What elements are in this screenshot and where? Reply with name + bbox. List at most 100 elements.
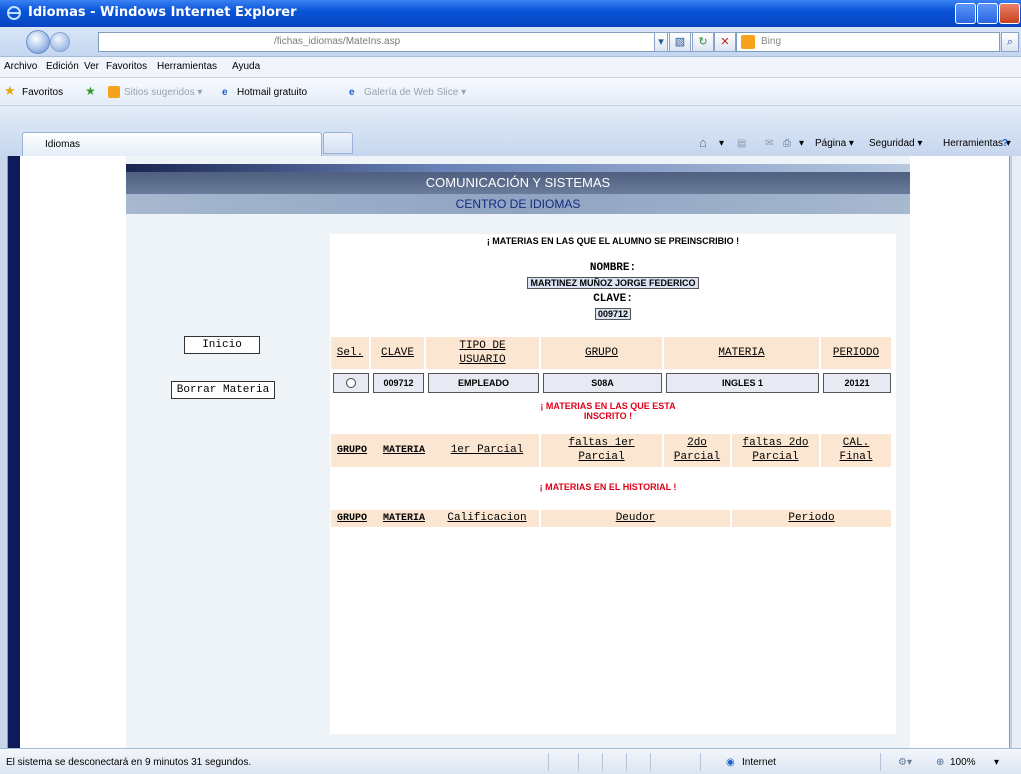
th-grupo: GRUPO [541,337,662,369]
menu-edicion[interactable]: Edición [46,61,79,72]
th-sel: Sel. [331,337,369,369]
menu-ayuda[interactable]: Ayuda [232,61,260,72]
banner-centro-idiomas: CENTRO DE IDIOMAS [126,194,910,214]
tab-title: Idiomas [45,139,81,150]
status-separator [700,753,701,771]
status-separator [578,753,579,771]
th3-periodo-text: Periodo [788,512,835,524]
th2-grupo-text: GRUPO [336,445,367,456]
address-row: /fichas_idiomas/MateIns.asp ▾ ▧ ↻ ✕ Bing… [0,27,1021,57]
inicio-button[interactable]: Inicio [184,336,260,354]
tab-idiomas[interactable]: Idiomas [22,132,322,156]
zoom-dropdown-icon[interactable]: ▾ [994,757,999,768]
th-grupo-text: GRUPO [584,347,618,359]
th-tipo-usuario: TIPO DE USUARIO [426,337,539,369]
print-dropdown-icon[interactable]: ▾ [799,138,804,149]
th-clave-text: CLAVE [380,347,414,359]
page-content: COMUNICACIÓN Y SISTEMAS CENTRO DE IDIOMA… [7,156,1010,748]
menu-favoritos[interactable]: Favoritos [106,61,147,72]
left-edge [8,156,20,748]
th2-faltas-1er: faltas 1er Parcial [541,434,662,467]
th3-deudor-text: Deudor [615,512,656,524]
inscrito-heading: ¡ MATERIAS EN LAS QUE ESTA INSCRITO ! [540,401,676,421]
th3-materia: MATERIA [373,510,435,527]
td-periodo: 20121 [823,373,891,393]
refresh-icon[interactable]: ↻ [692,32,714,52]
pagina-menu[interactable]: Página ▾ [815,138,854,149]
zone-label: Internet [742,757,776,768]
th3-calificacion: Calificacion [435,510,539,527]
th2-cal-final: CAL. Final [821,434,891,467]
forward-button[interactable] [50,32,70,52]
th2-2do-parcial: 2do Parcial [664,434,730,467]
historial-heading: ¡ MATERIAS EN EL HISTORIAL ! [539,482,677,492]
status-separator [602,753,603,771]
th2-2do-parcial-text: 2do Parcial [673,437,721,463]
th2-1er-parcial: 1er Parcial [435,434,539,467]
menu-herramientas[interactable]: Herramientas [157,61,217,72]
borrar-materia-button[interactable]: Borrar Materia [171,381,275,399]
th2-grupo: GRUPO [331,434,373,467]
select-radio[interactable] [333,373,369,393]
clave-label: CLAVE: [593,293,633,305]
herramientas-menu[interactable]: Herramientas ▾ [943,138,1011,149]
th3-periodo: Periodo [732,510,891,527]
globe-icon: ◉ [726,757,735,768]
print-icon[interactable]: ⎙ [783,138,791,149]
vertical-scrollbar[interactable] [1011,156,1021,748]
new-tab-button[interactable] [323,132,353,154]
th-tipo-usuario-text: TIPO DE USUARIO [459,340,506,366]
th3-deudor: Deudor [541,510,730,527]
seguridad-menu[interactable]: Seguridad ▾ [869,138,922,149]
sitios-sugeridos-link[interactable]: Sitios sugeridos ▾ [124,87,202,98]
home-dropdown-icon[interactable]: ▾ [719,138,724,149]
search-icon[interactable]: ⌕ [1001,32,1019,52]
th-sel-text: Sel. [336,347,364,359]
th-materia: MATERIA [664,337,819,369]
stop-icon[interactable]: ✕ [714,32,736,52]
address-dropdown-icon[interactable]: ▾ [654,32,668,52]
menu-bar: Archivo Edición Ver Favoritos Herramient… [0,57,1021,78]
menu-archivo[interactable]: Archivo [4,61,37,72]
nombre-value-text: MARTINEZ MUÑOZ JORGE FEDERICO [527,277,699,289]
title-bar: Idiomas - Windows Internet Explorer [0,0,1021,27]
search-placeholder: Bing [761,36,782,47]
hotmail-link[interactable]: Hotmail gratuito [237,87,307,98]
tab-row: Idiomas ⌂ ▾ ▤ ✉ ⎙ ▾ Página ▾ Seguridad ▾… [0,106,1021,156]
favorites-star-icon: ★ [4,83,16,98]
maximize-button[interactable] [977,3,998,24]
back-button[interactable] [26,30,50,54]
menu-ver[interactable]: Ver [84,61,99,72]
home-icon[interactable]: ⌂ [699,135,707,150]
nombre-label: NOMBRE: [589,262,637,274]
zoom-icon[interactable]: ⊕ [936,757,944,768]
compat-view-icon[interactable]: ▧ [669,32,691,52]
radio-button[interactable] [346,378,356,388]
minimize-button[interactable] [955,3,976,24]
search-input[interactable]: Bing [736,32,1000,52]
help-icon[interactable]: ? [1002,138,1008,149]
th-materia-text: MATERIA [718,347,765,359]
status-separator [548,753,549,771]
nombre-value: MARTINEZ MUÑOZ JORGE FEDERICO [513,276,713,291]
td-clave: 009712 [373,373,424,393]
clave-value: 009712 [563,307,663,322]
protected-mode-icon[interactable]: ⚙▾ [898,757,912,768]
th3-calificacion-text: Calificacion [447,512,527,524]
preinscripcion-heading: ¡ MATERIAS EN LAS QUE EL ALUMNO SE PREIN… [486,236,740,246]
galeria-link[interactable]: Galería de Web Slice ▾ [364,87,466,98]
mail-icon[interactable]: ✉ [765,138,773,149]
status-separator [626,753,627,771]
favorites-bar: ★ Favoritos ★ Sitios sugeridos ▾ e Hotma… [0,78,1021,106]
feeds-icon[interactable]: ▤ [737,138,746,149]
close-button[interactable] [999,3,1020,24]
main-panel: ¡ MATERIAS EN LAS QUE EL ALUMNO SE PREIN… [330,234,896,734]
bing-icon [741,35,755,49]
status-separator [650,753,651,771]
favorites-button[interactable]: Favoritos [22,87,63,98]
add-favorite-icon[interactable]: ★ [85,84,96,98]
th-periodo: PERIODO [821,337,891,369]
th2-1er-parcial-text: 1er Parcial [450,444,524,456]
th3-grupo-text: GRUPO [336,513,367,524]
zoom-level[interactable]: 100% [950,757,976,768]
